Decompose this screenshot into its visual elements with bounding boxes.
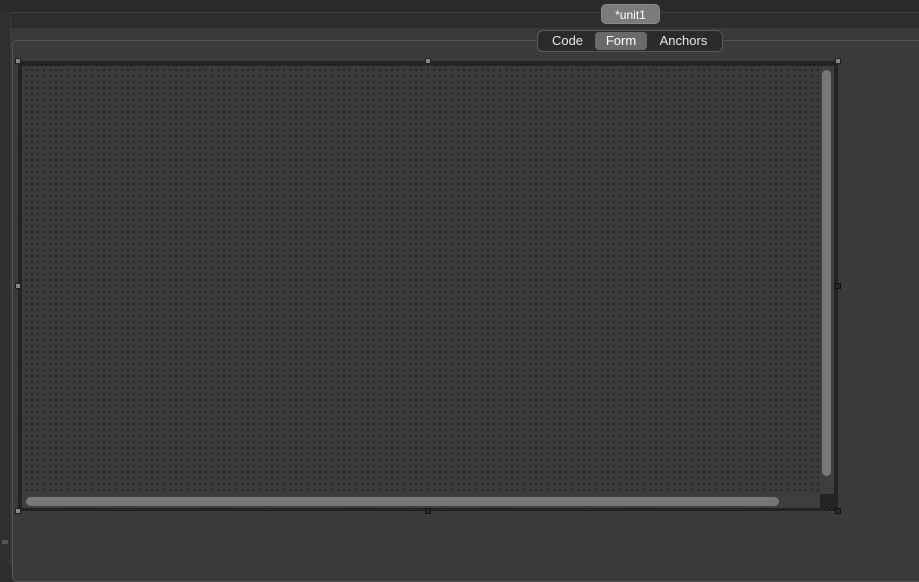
resize-handle-left[interactable] bbox=[15, 283, 21, 289]
resize-handle-top[interactable] bbox=[425, 58, 431, 64]
resize-handle-right[interactable] bbox=[835, 283, 841, 289]
code-tab[interactable]: Code bbox=[540, 32, 595, 50]
horizontal-scroll-thumb[interactable] bbox=[26, 497, 779, 506]
window-top-bar bbox=[0, 0, 919, 13]
form-canvas[interactable] bbox=[22, 66, 821, 495]
resize-handle-bottom[interactable] bbox=[425, 508, 431, 514]
resize-handle-bottom-right[interactable] bbox=[835, 508, 841, 514]
view-mode-switch: Code Form Anchors bbox=[537, 30, 723, 52]
anchors-tab[interactable]: Anchors bbox=[647, 32, 720, 50]
vertical-scroll-thumb[interactable] bbox=[822, 70, 831, 476]
resize-handle-top-right[interactable] bbox=[835, 58, 841, 64]
resize-handle-top-left[interactable] bbox=[15, 58, 21, 64]
splitter-grip[interactable] bbox=[2, 540, 8, 544]
form-tab[interactable]: Form bbox=[595, 32, 647, 50]
resize-handle-bottom-left[interactable] bbox=[15, 508, 21, 514]
unit-tab[interactable]: *unit1 bbox=[601, 4, 660, 24]
